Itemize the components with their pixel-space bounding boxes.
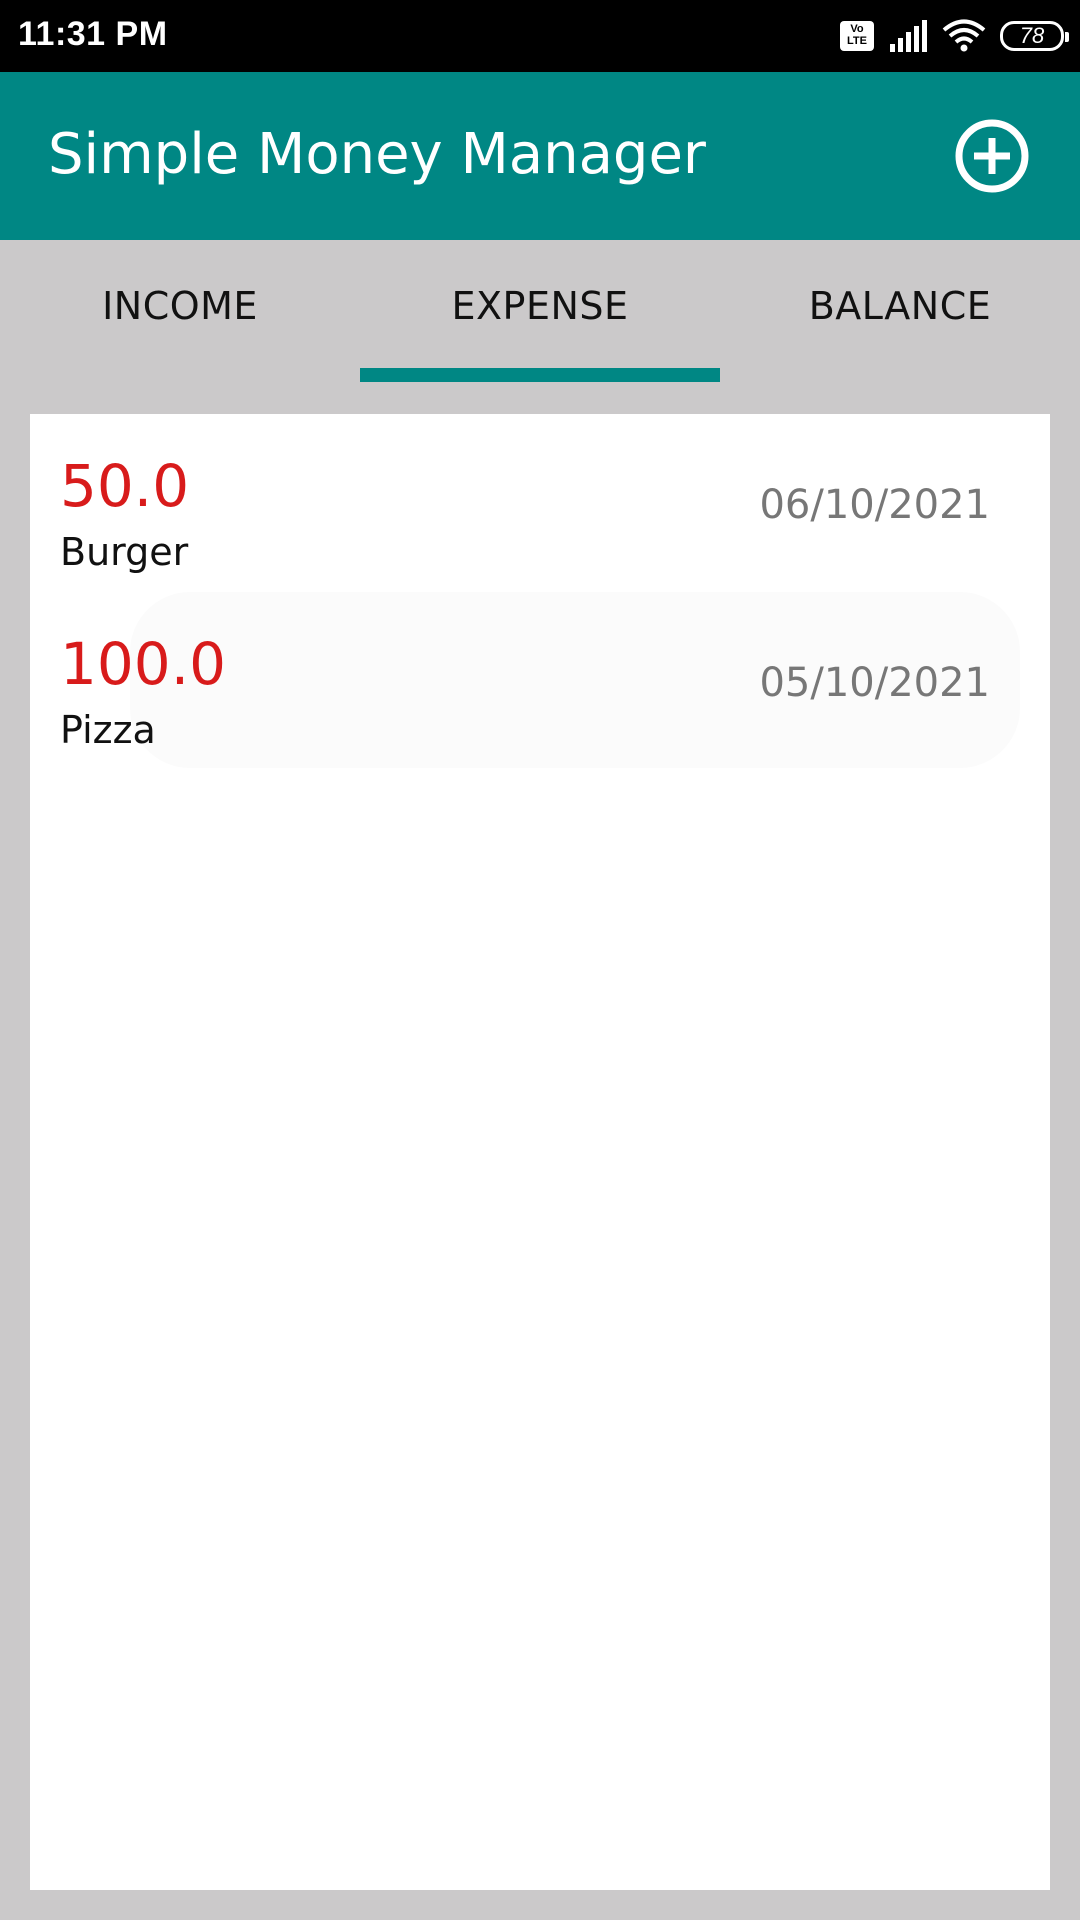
battery-level: 78 (1019, 23, 1045, 48)
expense-date: 05/10/2021 (759, 660, 990, 706)
battery-icon: 78 (1000, 21, 1069, 51)
expense-list: 50.0 Burger 06/10/2021 100.0 Pizza 05/10… (30, 414, 1050, 1890)
volte-label-bottom: LTE (847, 35, 867, 47)
tab-expense[interactable]: EXPENSE (360, 240, 720, 384)
volte-icon: Vo LTE (840, 21, 874, 51)
expense-name: Burger (60, 530, 189, 574)
list-item[interactable]: 100.0 Pizza 05/10/2021 (30, 592, 1050, 768)
tab-income[interactable]: INCOME (0, 240, 360, 384)
signal-icon (890, 20, 927, 52)
volte-label-top: Vo (850, 23, 864, 35)
app-bar: Simple Money Manager (0, 72, 1080, 240)
tab-indicator (360, 368, 720, 382)
wifi-icon (942, 19, 986, 52)
status-time: 11:31 PM (18, 15, 168, 53)
list-item[interactable]: 50.0 Burger 06/10/2021 (30, 414, 1050, 590)
add-circle-icon[interactable] (954, 118, 1030, 194)
expense-name: Pizza (60, 708, 156, 752)
tab-bar: INCOME EXPENSE BALANCE (0, 240, 1080, 384)
expense-date: 06/10/2021 (759, 482, 990, 528)
tab-balance[interactable]: BALANCE (720, 240, 1080, 384)
expense-amount: 100.0 (60, 630, 227, 698)
expense-amount: 50.0 (60, 452, 190, 520)
status-bar: 11:31 PM Vo LTE 78 (0, 0, 1080, 72)
status-icons: Vo LTE 78 (840, 18, 1069, 54)
app-title: Simple Money Manager (48, 122, 706, 187)
